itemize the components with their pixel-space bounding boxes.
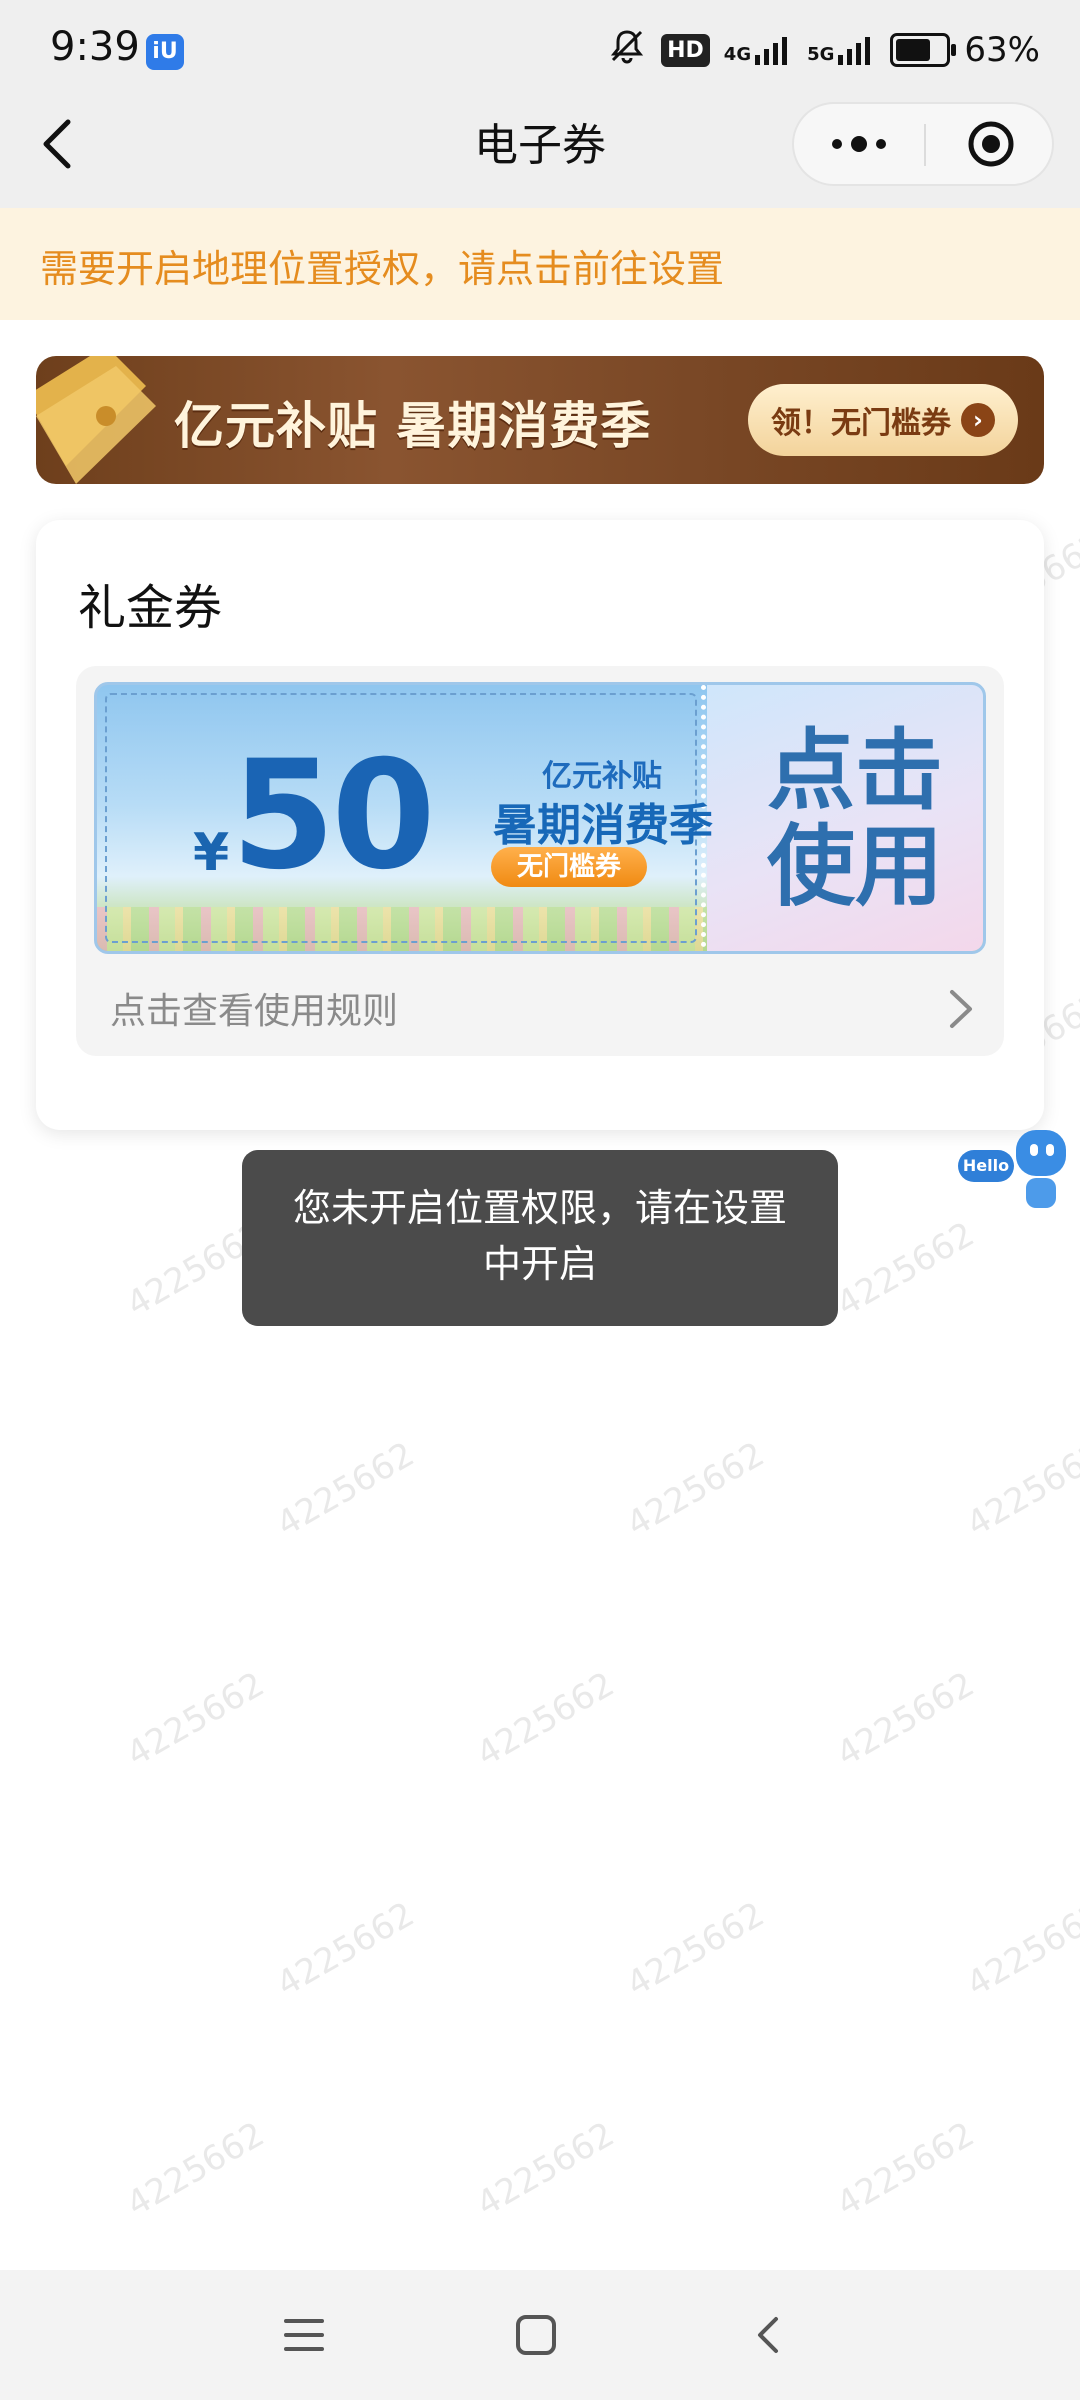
menu-icon xyxy=(284,2319,324,2351)
watermark-text: 4225662 xyxy=(830,1664,982,1775)
coupon-subtitle-2: 暑期消费季 xyxy=(493,800,713,851)
watermark-text: 4225662 xyxy=(120,2114,272,2225)
home-square-icon xyxy=(516,2315,556,2355)
watermark-text: 4225662 xyxy=(270,1434,422,1545)
usage-rules-text[interactable]: 点击查看使用规则 xyxy=(110,982,398,1034)
watermark-text: 4225662 xyxy=(470,2114,622,2225)
more-dots-icon xyxy=(832,136,886,152)
close-button[interactable] xyxy=(926,104,1056,184)
signal-bars-icon xyxy=(755,37,788,65)
mute-icon xyxy=(607,26,647,75)
coupon-currency: ¥ xyxy=(193,823,230,883)
robot-icon xyxy=(1016,1130,1066,1176)
coupon-tag: 无门槛券 xyxy=(491,847,647,887)
home-button[interactable] xyxy=(496,2300,576,2370)
banner-title: 亿元补贴 暑期消费季 xyxy=(174,397,652,455)
watermark-text: 4225662 xyxy=(830,2114,982,2225)
watermark-text: 4225662 xyxy=(270,1894,422,2005)
hd-badge: HD xyxy=(661,33,710,67)
signal-5g: 5G xyxy=(807,35,876,65)
watermark-text: 4225662 xyxy=(830,1214,982,1325)
bot-hello-bubble: Hello xyxy=(958,1150,1014,1182)
robot-eye xyxy=(1046,1144,1054,1156)
location-notice-text[interactable]: 需要开启地理位置授权，请点击前往设置 xyxy=(40,238,724,293)
watermark-text: 4225662 xyxy=(470,1664,622,1775)
chevron-right-icon xyxy=(940,984,980,1034)
mini-program-capsule xyxy=(792,102,1054,186)
status-time: 9:39 xyxy=(50,24,140,70)
promo-banner[interactable]: 亿元补贴 暑期消费季 领！无门槛券 › xyxy=(36,356,1044,484)
network-label: 5G xyxy=(807,44,835,65)
app-badge-icon: iU xyxy=(146,34,184,70)
arrow-right-icon: › xyxy=(961,403,995,437)
banner-button-label: 领！无门槛券 xyxy=(771,406,951,441)
coupon-ticket[interactable]: ¥ 50 亿元补贴 暑期消费季 无门槛券 点击使用 xyxy=(94,682,986,954)
watermark-text: 4225662 xyxy=(120,1664,272,1775)
battery-icon xyxy=(890,33,957,67)
signal-bars-icon xyxy=(838,37,871,65)
more-button[interactable] xyxy=(794,104,924,184)
robot-body xyxy=(1026,1178,1056,1208)
assistant-bot-button[interactable]: Hello xyxy=(958,1130,1070,1220)
watermark-text: 4225662 xyxy=(960,1894,1080,2005)
watermark-text: 4225662 xyxy=(620,1434,772,1545)
robot-eye xyxy=(1030,1144,1038,1156)
watermark-text: 4225662 xyxy=(960,1434,1080,1545)
gold-ticket-icon xyxy=(36,356,156,484)
recent-apps-button[interactable] xyxy=(264,2300,344,2370)
network-label: 4G xyxy=(723,44,752,65)
watermark-text: 4225662 xyxy=(620,1894,772,2005)
system-back-button[interactable] xyxy=(730,2300,810,2370)
use-coupon-button[interactable]: 点击使用 xyxy=(745,723,965,915)
signal-4g: 4G xyxy=(724,35,793,65)
toast-message: 您未开启位置权限，请在设置中开启 xyxy=(292,1186,787,1286)
banner-claim-button[interactable]: 领！无门槛券 › xyxy=(748,384,1018,456)
coupon-section-title: 礼金券 xyxy=(78,580,223,636)
back-triangle-icon xyxy=(758,2317,778,2353)
coupon-amount: 50 xyxy=(231,729,436,903)
target-close-icon xyxy=(968,121,1014,167)
battery-percent: 63% xyxy=(964,30,1040,70)
status-indicators: HD 4G 5G 63% xyxy=(607,24,1040,76)
